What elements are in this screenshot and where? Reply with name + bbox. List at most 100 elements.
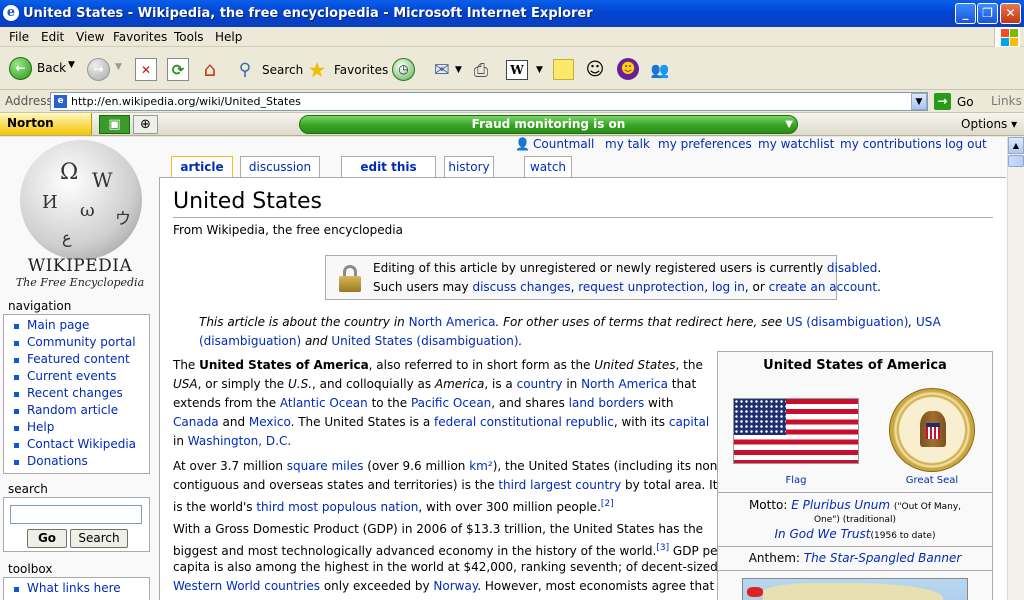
wiki-search-button[interactable]: Search xyxy=(70,529,128,548)
menu-tools[interactable]: Tools xyxy=(174,30,204,44)
forward-button[interactable]: → xyxy=(87,58,110,81)
back-button[interactable]: ← Back ▼ xyxy=(6,55,88,81)
navigation-box: Main page Community portal Featured cont… xyxy=(3,314,150,474)
request-unprotection-link[interactable]: request unprotection xyxy=(578,280,704,294)
links-button[interactable]: Links xyxy=(991,94,1022,108)
address-input[interactable]: e http://en.wikipedia.org/wiki/United_St… xyxy=(50,92,928,111)
seal-link[interactable]: Great Seal xyxy=(889,475,975,486)
vertical-scrollbar[interactable]: ▲ xyxy=(1007,137,1024,600)
toolbox-what-links-here[interactable]: What links here xyxy=(4,581,149,598)
scroll-thumb[interactable] xyxy=(1008,155,1024,167)
nav-main-page[interactable]: Main page xyxy=(4,318,149,335)
tab-history[interactable]: history xyxy=(444,156,494,177)
nav-featured-content[interactable]: Featured content xyxy=(4,352,149,369)
paragraph-3-line-1: With a Gross Domestic Product (GDP) in 2… xyxy=(173,522,704,536)
infobox-title: United States of America xyxy=(763,358,947,373)
user-icon: 👤 xyxy=(515,137,530,151)
mail-dropdown-icon[interactable]: ▼ xyxy=(455,65,462,75)
scroll-up-icon[interactable]: ▲ xyxy=(1008,137,1024,154)
forward-dropdown-icon[interactable]: ▼ xyxy=(115,62,122,72)
tab-discussion[interactable]: discussion xyxy=(240,156,320,177)
disambiguation-line-2: (disambiguation) and United States (disa… xyxy=(199,334,523,348)
fraud-dropdown-icon[interactable]: ▼ xyxy=(785,116,793,133)
personal-my-talk[interactable]: my talk xyxy=(605,137,650,151)
wikipedia-globe-logo[interactable]: Ω W И ω ウ ع xyxy=(20,140,142,260)
norton-globe-icon[interactable]: ⊕ xyxy=(133,115,158,134)
paragraph-1-line-2: USA, or simply the U.S., and colloquiall… xyxy=(173,377,697,391)
back-arrow-icon: ← xyxy=(9,57,32,80)
stop-button[interactable]: ✕ xyxy=(135,58,157,81)
home-button[interactable]: ⌂ xyxy=(198,57,222,81)
create-account-link[interactable]: create an account xyxy=(769,280,878,294)
star-icon: ★ xyxy=(307,57,327,82)
menu-bar: File Edit View Favorites Tools Help xyxy=(0,27,1024,47)
personal-my-preferences[interactable]: my preferences xyxy=(658,137,752,151)
nav-contact-wikipedia[interactable]: Contact Wikipedia xyxy=(4,437,149,454)
menu-view[interactable]: View xyxy=(76,30,104,44)
norton-logo: Norton xyxy=(7,116,54,130)
paragraph-2-line-2: contiguous and overseas states and terri… xyxy=(173,478,718,492)
back-dropdown-icon[interactable]: ▼ xyxy=(68,60,75,70)
personal-my-watchlist[interactable]: my watchlist xyxy=(758,137,834,151)
page-title: United States xyxy=(173,189,322,214)
disabled-link[interactable]: disabled xyxy=(827,261,878,275)
page-icon: e xyxy=(54,95,67,108)
edit-dropdown-icon[interactable]: ▼ xyxy=(536,65,543,75)
discuss-changes-link[interactable]: discuss changes xyxy=(472,280,570,294)
norton-computer-icon[interactable]: ▣ xyxy=(99,115,130,134)
flag-link[interactable]: Flag xyxy=(733,475,859,486)
personal-user[interactable]: Countmall xyxy=(533,137,594,151)
menu-file[interactable]: File xyxy=(9,30,29,44)
go-button[interactable]: → Go xyxy=(934,92,984,112)
menu-edit[interactable]: Edit xyxy=(41,30,64,44)
log-in-link[interactable]: log in xyxy=(712,280,745,294)
norton-options-button[interactable]: Options ▾ xyxy=(961,117,1017,131)
close-button[interactable]: ✕ xyxy=(1000,3,1021,24)
fraud-monitoring-bar[interactable]: Fraud monitoring is on ▼ xyxy=(299,115,798,134)
personal-my-contributions[interactable]: my contributions xyxy=(840,137,942,151)
tab-edit-this-page[interactable]: edit this page xyxy=(341,156,436,194)
print-icon[interactable]: ⎙ xyxy=(468,58,494,82)
menu-favorites[interactable]: Favorites xyxy=(113,30,167,44)
paragraph-1-line-5: in Washington, D.C. xyxy=(173,434,292,448)
search-icon: ⚲ xyxy=(238,60,252,80)
nav-help[interactable]: Help xyxy=(4,420,149,437)
wikipedia-tagline: The Free Encyclopedia xyxy=(15,276,145,289)
nav-recent-changes[interactable]: Recent changes xyxy=(4,386,149,403)
messenger-figure-icon[interactable]: ☺ xyxy=(584,57,606,82)
minimize-button[interactable]: _ xyxy=(955,3,976,24)
protection-notice: Editing of this article by unregistered … xyxy=(325,255,881,300)
paragraph-1-line-1: The United States of America, also refer… xyxy=(173,358,703,372)
personal-log-out[interactable]: log out xyxy=(945,137,987,151)
paragraph-1-line-3: extends from the Atlantic Ocean to the P… xyxy=(173,396,674,410)
window-title: United States - Wikipedia, the free ency… xyxy=(23,6,593,21)
tab-watch[interactable]: watch xyxy=(524,156,572,177)
article-content: United States From Wikipedia, the free e… xyxy=(159,177,1006,600)
nav-current-events[interactable]: Current events xyxy=(4,369,149,386)
address-dropdown-icon[interactable]: ▼ xyxy=(911,93,927,110)
us-flag-image[interactable] xyxy=(733,398,859,464)
page-subtitle: From Wikipedia, the free encyclopedia xyxy=(173,223,403,237)
standard-toolbar: ← Back ▼ → ▼ ✕ ⟳ ⌂ ⚲ Search ★ Favorites … xyxy=(0,48,1024,90)
edit-word-icon[interactable]: W xyxy=(506,60,528,80)
search-box: Go Search xyxy=(3,497,150,552)
wiki-search-input[interactable] xyxy=(10,505,142,524)
people-icon[interactable]: 👥 xyxy=(646,57,674,82)
search-button[interactable]: ⚲ Search xyxy=(232,57,303,83)
great-seal-image[interactable] xyxy=(889,388,975,472)
nav-donations[interactable]: Donations xyxy=(4,454,149,471)
maximize-button[interactable]: ❐ xyxy=(977,3,998,24)
history-button[interactable]: ◷ xyxy=(392,58,415,81)
windows-logo-icon xyxy=(994,27,1020,47)
nav-community-portal[interactable]: Community portal xyxy=(4,335,149,352)
location-map-image[interactable] xyxy=(742,578,968,600)
menu-help[interactable]: Help xyxy=(215,30,242,44)
nav-random-article[interactable]: Random article xyxy=(4,403,149,420)
note-icon[interactable] xyxy=(553,59,574,80)
favorites-button[interactable]: ★ Favorites xyxy=(304,57,389,83)
refresh-button[interactable]: ⟳ xyxy=(167,58,189,81)
tab-article[interactable]: article xyxy=(171,156,233,178)
wiki-go-button[interactable]: Go xyxy=(27,529,67,548)
mail-icon[interactable]: ✉ xyxy=(429,59,455,81)
yahoo-messenger-icon[interactable]: ☻ xyxy=(617,58,639,80)
